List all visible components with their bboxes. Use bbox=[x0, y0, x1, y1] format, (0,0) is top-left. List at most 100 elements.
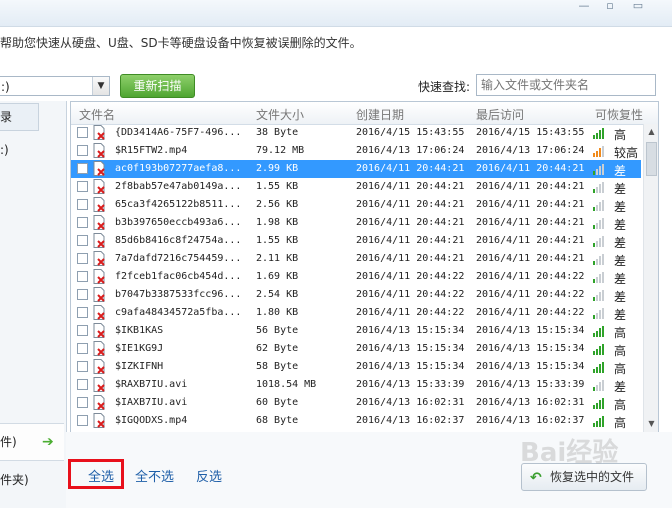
recoverability-bars-icon bbox=[593, 181, 609, 193]
column-header-size[interactable]: 文件大小 bbox=[256, 106, 304, 123]
file-size: 2.54 KB bbox=[256, 289, 299, 300]
row-checkbox[interactable] bbox=[77, 343, 88, 354]
scroll-up-icon[interactable]: ▲ bbox=[644, 124, 658, 140]
sidebar-header[interactable]: 录 bbox=[0, 103, 39, 131]
table-row[interactable]: $IGQODXS.mp4 68 Byte 2016/4/13 16:02:37 201… bbox=[71, 412, 641, 430]
last-accessed: 2016/4/13 15:33:39 bbox=[476, 379, 585, 390]
table-row[interactable]: 2f8bab57e47ab0149a... 1.55 KB 2016/4/11 20… bbox=[71, 178, 641, 196]
column-header-created[interactable]: 创建日期 bbox=[356, 106, 404, 123]
recoverability-label: 高 bbox=[614, 416, 627, 430]
table-row[interactable]: $R15FTW2.mp4 79.12 MB 2016/4/13 17:06:24 20… bbox=[71, 142, 641, 160]
row-checkbox[interactable] bbox=[77, 325, 88, 336]
recoverability-label: 差 bbox=[614, 200, 627, 214]
scroll-down-icon[interactable]: ▼ bbox=[644, 416, 658, 432]
recoverability-bars-icon bbox=[593, 415, 609, 427]
sidebar-item-folder[interactable]: 件夹) bbox=[0, 471, 29, 488]
window-titlebar: — ▫ ▭ bbox=[0, 0, 672, 27]
table-row[interactable]: $IE1KG9J 62 Byte 2016/4/13 15:15:34 2016/4/… bbox=[71, 340, 641, 358]
table-row[interactable]: 7a7dafd7216c754459... 2.11 KB 2016/4/11 20… bbox=[71, 250, 641, 268]
scrollbar-thumb[interactable] bbox=[646, 142, 657, 176]
row-checkbox[interactable] bbox=[77, 163, 88, 174]
row-checkbox[interactable] bbox=[77, 307, 88, 318]
minimize-icon[interactable]: — bbox=[574, 0, 594, 14]
deleted-file-icon bbox=[93, 377, 105, 392]
file-size: 60 Byte bbox=[256, 397, 299, 408]
row-checkbox[interactable] bbox=[77, 415, 88, 426]
table-row[interactable]: b7047b3387533fcc96... 2.54 KB 2016/4/11 20… bbox=[71, 286, 641, 304]
recoverability-label: 高 bbox=[614, 326, 627, 340]
signal-bar bbox=[593, 369, 595, 373]
recoverability-bars-icon bbox=[593, 199, 609, 211]
file-name: $R15FTW2.mp4 bbox=[115, 145, 188, 156]
row-checkbox[interactable] bbox=[77, 289, 88, 300]
restore-window-icon[interactable]: ▫ bbox=[600, 0, 620, 14]
row-checkbox[interactable] bbox=[77, 253, 88, 264]
rescan-button[interactable]: 重新扫描 bbox=[120, 74, 195, 98]
select-all-link[interactable]: 全选 bbox=[88, 466, 114, 485]
signal-bar bbox=[602, 163, 604, 175]
last-accessed: 2016/4/11 20:44:21 bbox=[476, 217, 585, 228]
select-none-link[interactable]: 全不选 bbox=[135, 466, 174, 485]
signal-bar bbox=[596, 312, 598, 319]
sidebar-item-selected-label: 件) bbox=[0, 435, 17, 449]
sidebar-item-selected[interactable]: 件) ➔ bbox=[0, 423, 64, 461]
table-row[interactable]: $RAXB7IU.avi 1018.54 MB 2016/4/13 15:33:39… bbox=[71, 376, 641, 394]
column-header-recoverability[interactable]: 可恢复性 bbox=[595, 106, 643, 123]
signal-bar bbox=[596, 186, 598, 193]
table-row[interactable]: {DD3414A6-75F7-496... 38 Byte 2016/4/15 15… bbox=[71, 124, 641, 142]
table-row[interactable]: $IKB1KAS 56 Byte 2016/4/13 15:15:34 2016/4/… bbox=[71, 322, 641, 340]
vertical-scrollbar[interactable]: ▲ ▼ bbox=[643, 124, 658, 432]
created-date: 2016/4/11 20:44:21 bbox=[356, 217, 465, 228]
sidebar-item-drive[interactable]: :) bbox=[0, 143, 9, 157]
row-checkbox[interactable] bbox=[77, 181, 88, 192]
table-row[interactable]: 65ca3f4265122b8511... 2.56 KB 2016/4/11 20… bbox=[71, 196, 641, 214]
table-row[interactable]: $IAXB7IU.avi 60 Byte 2016/4/13 16:02:31 201… bbox=[71, 394, 641, 412]
signal-bar bbox=[593, 243, 595, 247]
drive-select-value: :) bbox=[1, 80, 10, 94]
table-row[interactable]: c9afa48434572a5fba... 1.80 KB 2016/4/11 20… bbox=[71, 304, 641, 322]
table-row[interactable]: 85d6b8416c8f24754a... 1.55 KB 2016/4/11 20… bbox=[71, 232, 641, 250]
row-checkbox[interactable] bbox=[77, 127, 88, 138]
deleted-file-icon bbox=[93, 305, 105, 320]
file-size: 1.69 KB bbox=[256, 271, 299, 282]
created-date: 2016/4/13 16:02:31 bbox=[356, 397, 465, 408]
row-checkbox[interactable] bbox=[77, 361, 88, 372]
recoverability-label: 差 bbox=[614, 218, 627, 232]
signal-bar bbox=[602, 307, 604, 319]
file-size: 2.56 KB bbox=[256, 199, 299, 210]
row-checkbox[interactable] bbox=[77, 379, 88, 390]
chevron-down-icon[interactable]: ▼ bbox=[92, 77, 109, 95]
drive-select[interactable]: :) ▼ bbox=[0, 76, 110, 96]
row-checkbox[interactable] bbox=[77, 271, 88, 282]
deleted-file-icon bbox=[93, 125, 105, 140]
signal-bar bbox=[596, 348, 598, 355]
search-input[interactable] bbox=[476, 74, 656, 96]
row-checkbox[interactable] bbox=[77, 217, 88, 228]
file-name: $IGQODXS.mp4 bbox=[115, 415, 188, 426]
signal-bar bbox=[602, 289, 604, 301]
created-date: 2016/4/13 15:15:34 bbox=[356, 361, 465, 372]
table-row[interactable]: f2fceb1fac06cb454d... 1.69 KB 2016/4/11 20… bbox=[71, 268, 641, 286]
signal-bar bbox=[599, 418, 601, 427]
row-checkbox[interactable] bbox=[77, 235, 88, 246]
row-checkbox[interactable] bbox=[77, 397, 88, 408]
signal-bar bbox=[596, 168, 598, 175]
maximize-icon[interactable]: ▭ bbox=[628, 0, 648, 14]
column-header-accessed[interactable]: 最后访问 bbox=[476, 106, 524, 123]
recoverability-label: 较高 bbox=[614, 146, 639, 160]
table-row[interactable]: b3b397650eccb493a6... 1.98 KB 2016/4/11 20… bbox=[71, 214, 641, 232]
last-accessed: 2016/4/13 15:15:34 bbox=[476, 325, 585, 336]
row-checkbox[interactable] bbox=[77, 199, 88, 210]
table-row[interactable]: $IZKIFNH 58 Byte 2016/4/13 15:15:34 2016/4/… bbox=[71, 358, 641, 376]
deleted-file-icon bbox=[93, 215, 105, 230]
file-table: 文件名 文件大小 创建日期 最后访问 可恢复性 {DD3414A6-75F7-4… bbox=[70, 101, 659, 433]
column-header-name[interactable]: 文件名 bbox=[79, 106, 115, 123]
signal-bar bbox=[593, 207, 595, 211]
row-checkbox[interactable] bbox=[77, 145, 88, 156]
last-accessed: 2016/4/11 20:44:21 bbox=[476, 235, 585, 246]
signal-bar bbox=[593, 171, 595, 175]
recoverability-bars-icon bbox=[593, 379, 609, 391]
invert-selection-link[interactable]: 反选 bbox=[196, 466, 222, 485]
table-row[interactable]: ac0f193b07277aefa8... 2.99 KB 2016/4/11 20… bbox=[71, 160, 641, 178]
file-name: 7a7dafd7216c754459... bbox=[115, 253, 242, 264]
